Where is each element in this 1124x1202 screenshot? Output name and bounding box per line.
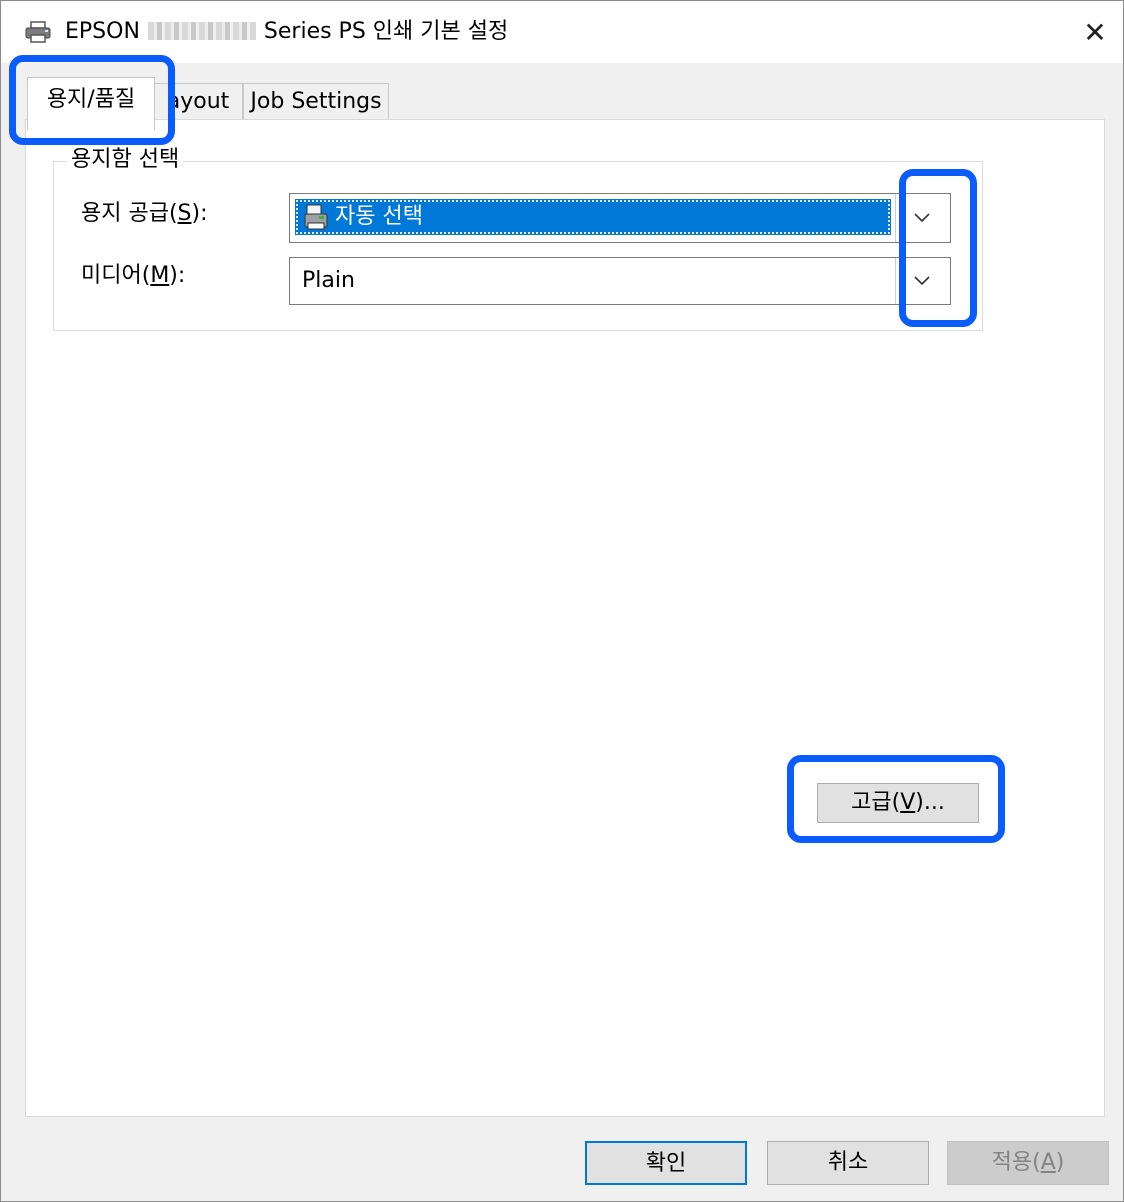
tab-layout[interactable]: ayout — [153, 83, 243, 120]
button-label: 고급( — [851, 790, 901, 815]
label-text: ): — [191, 201, 208, 226]
paper-source-label: 용지 공급(S): — [81, 199, 208, 229]
accel-key: S — [177, 201, 192, 226]
tab-label: Job Settings — [250, 89, 382, 114]
title-suffix: Series PS 인쇄 기본 설정 — [263, 19, 509, 44]
label-text: ): — [169, 263, 186, 288]
tab-label: ayout — [166, 89, 230, 114]
window-title: EPSON Series PS 인쇄 기본 설정 — [65, 17, 508, 47]
tab-job-settings[interactable]: Job Settings — [243, 83, 389, 120]
tab-paper-quality[interactable]: 용지/품질 — [27, 77, 155, 130]
title-prefix: EPSON — [65, 19, 140, 44]
button-label: 적용( — [991, 1150, 1041, 1175]
accel-key: A — [1040, 1150, 1056, 1175]
chevron-down-icon — [914, 213, 930, 223]
tab-label: 용지/품질 — [46, 87, 136, 112]
selected-value: 자동 선택 — [295, 199, 891, 235]
media-label: 미디어(M): — [81, 261, 185, 291]
paper-source-dropdown-button[interactable] — [895, 194, 950, 242]
paper-tray-group — [53, 161, 983, 331]
button-label: 확인 — [645, 1151, 687, 1176]
label-text: 용지 공급( — [81, 201, 178, 226]
accel-key: M — [150, 263, 170, 288]
chevron-down-icon — [914, 276, 930, 286]
media-dropdown[interactable]: Plain — [289, 257, 951, 305]
ok-button[interactable]: 확인 — [585, 1141, 747, 1185]
group-title: 용지함 선택 — [67, 145, 184, 175]
printer-icon — [25, 21, 51, 43]
label-text: 미디어( — [81, 263, 151, 288]
media-value: Plain — [302, 268, 355, 293]
cancel-button[interactable]: 취소 — [767, 1141, 929, 1185]
print-preferences-window: EPSON Series PS 인쇄 기본 설정 ✕ ayout Job Sett… — [0, 0, 1124, 1202]
button-label: 취소 — [827, 1150, 869, 1175]
model-name-redacted — [147, 22, 256, 40]
apply-button[interactable]: 적용(A) — [947, 1141, 1109, 1185]
button-label: ) — [1055, 1150, 1065, 1175]
paper-source-value: 자동 선택 — [335, 204, 423, 229]
close-icon: ✕ — [1083, 16, 1107, 49]
title-bar: EPSON Series PS 인쇄 기본 설정 ✕ — [1, 1, 1123, 63]
paper-tray-icon — [304, 204, 328, 230]
media-dropdown-button[interactable] — [895, 258, 950, 304]
advanced-button[interactable]: 고급(V)... — [817, 783, 979, 823]
close-button[interactable]: ✕ — [1073, 11, 1117, 55]
accel-key: V — [900, 790, 916, 815]
button-label: )... — [915, 790, 945, 815]
paper-source-dropdown[interactable]: 자동 선택 — [289, 193, 951, 243]
